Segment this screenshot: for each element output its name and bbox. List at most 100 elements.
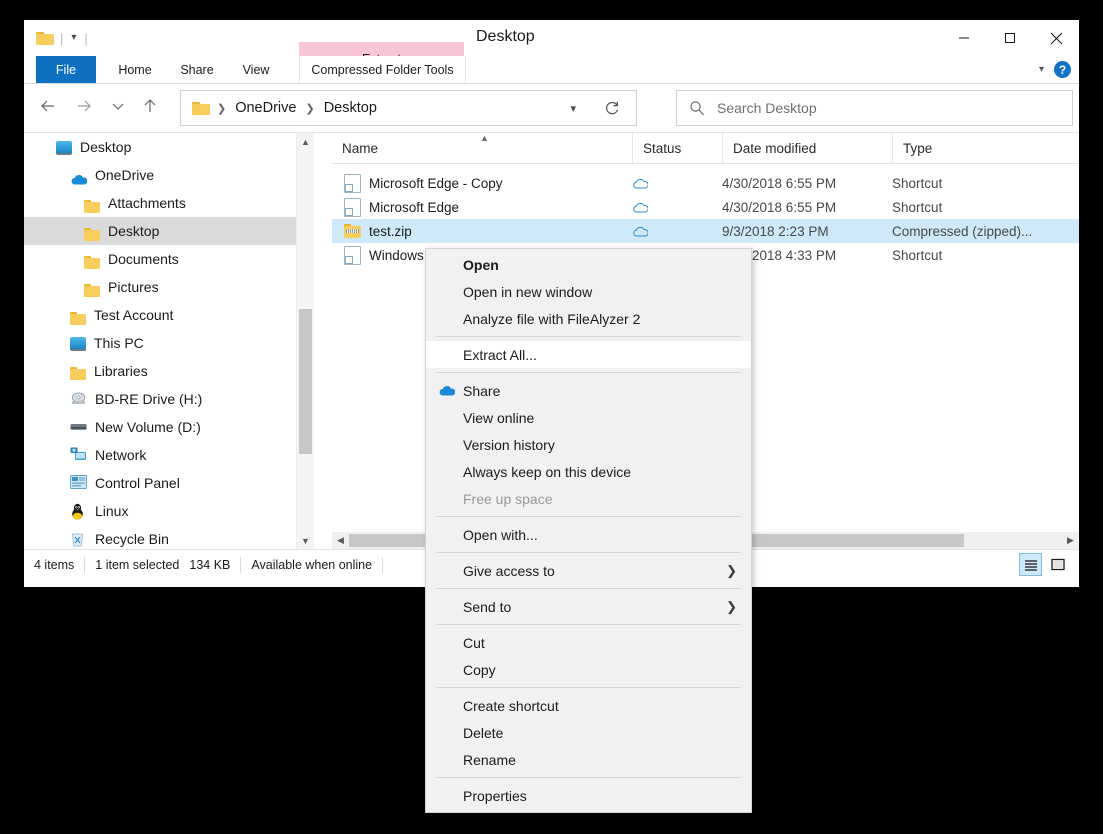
sidebar-item-network[interactable]: Network — [24, 441, 314, 469]
refresh-icon[interactable] — [603, 100, 620, 117]
file-type-cell: Shortcut — [892, 176, 942, 191]
tab-file-label: File — [56, 63, 76, 77]
status-selection: 1 item selected — [85, 558, 189, 572]
column-header-status[interactable]: Status — [632, 133, 722, 163]
menu-item-extract-all[interactable]: Extract All... — [426, 341, 751, 368]
sidebar-item-test-account[interactable]: Test Account — [24, 301, 314, 329]
menu-item-send-to[interactable]: Send to ❯ — [426, 593, 751, 620]
forward-button[interactable] — [68, 90, 100, 122]
chevron-down-icon[interactable]: ▾ — [570, 102, 576, 115]
menu-item-create-shortcut[interactable]: Create shortcut — [426, 692, 751, 719]
sidebar-item-documents[interactable]: Documents — [24, 245, 314, 273]
breadcrumb-desktop[interactable]: Desktop — [322, 100, 379, 116]
chevron-right-icon: ❯ — [726, 599, 737, 615]
menu-separator — [436, 687, 741, 688]
table-row[interactable]: test.zip 9/3/2018 2:23 PM Compressed (zi… — [332, 219, 1079, 243]
menu-item-properties[interactable]: Properties — [426, 782, 751, 809]
file-date-cell: 4/30/2018 6:55 PM — [722, 176, 836, 191]
tab-home[interactable]: Home — [108, 56, 162, 83]
table-row[interactable]: ↗ Microsoft Edge 4/30/2018 6:55 PM Short… — [332, 195, 1079, 219]
chevron-right-icon: ❯ — [726, 563, 737, 579]
column-header-name[interactable]: Name ▲ — [332, 133, 632, 163]
menu-item-rename[interactable]: Rename — [426, 746, 751, 773]
chevron-up-icon[interactable]: ▲ — [297, 133, 314, 150]
tab-compressed-folder-tools[interactable]: Compressed Folder Tools — [299, 56, 466, 83]
menu-item-view-online[interactable]: View online — [426, 404, 751, 431]
sidebar-item-label: New Volume (D:) — [95, 420, 201, 434]
tab-file[interactable]: File — [36, 56, 96, 83]
menu-item-open-with[interactable]: Open with... — [426, 521, 751, 548]
folder-icon — [36, 31, 54, 45]
sidebar-item-this-pc[interactable]: This PC — [24, 329, 314, 357]
close-button[interactable] — [1033, 20, 1079, 56]
menu-item-label: Free up space — [463, 491, 553, 507]
menu-item-delete[interactable]: Delete — [426, 719, 751, 746]
screen: | ▾ | Extract Desktop F — [0, 0, 1103, 834]
sidebar-item-recycle-bin[interactable]: Recycle Bin — [24, 525, 314, 549]
menu-item-give-access-to[interactable]: Give access to ❯ — [426, 557, 751, 584]
column-header-status-label: Status — [643, 141, 681, 156]
scrollbar-thumb[interactable] — [299, 309, 312, 454]
sidebar-item-new-volume[interactable]: New Volume (D:) — [24, 413, 314, 441]
maximize-button[interactable] — [987, 20, 1033, 56]
sidebar-item-desktop-onedrive[interactable]: Desktop — [24, 217, 314, 245]
details-view-icon[interactable] — [1019, 553, 1042, 576]
cloud-icon — [70, 172, 87, 183]
tab-share[interactable]: Share — [170, 56, 224, 83]
chevron-left-icon[interactable]: ◀ — [332, 532, 349, 549]
menu-item-analyze-file-with-filealyzer[interactable]: Analyze file with FileAlyzer 2 — [426, 305, 751, 332]
sidebar-item-desktop[interactable]: Desktop — [24, 133, 314, 161]
navigation-pane-scrollbar[interactable]: ▲ ▼ — [296, 133, 314, 549]
menu-separator — [436, 552, 741, 553]
sidebar-item-control-panel[interactable]: Control Panel — [24, 469, 314, 497]
sidebar-item-onedrive[interactable]: OneDrive — [24, 161, 314, 189]
menu-item-share[interactable]: Share — [426, 377, 751, 404]
menu-item-label: Delete — [463, 725, 503, 741]
folder-icon — [84, 254, 100, 267]
quick-access-toolbar[interactable]: | ▾ | — [36, 26, 88, 50]
menu-item-copy[interactable]: Copy — [426, 656, 751, 683]
column-header-type[interactable]: Type — [892, 133, 1079, 163]
chevron-down-icon[interactable]: ▾ — [69, 33, 78, 43]
column-header-date-modified[interactable]: Date modified — [722, 133, 892, 163]
help-icon[interactable]: ? — [1054, 61, 1071, 78]
file-type-cell: Shortcut — [892, 248, 942, 263]
back-button[interactable] — [32, 90, 64, 122]
chevron-down-icon[interactable]: ▼ — [297, 532, 314, 549]
address-bar-row: ❯ OneDrive ❯ Desktop ▾ Search Desktop — [24, 84, 1079, 132]
chevron-down-icon[interactable]: ▾ — [1039, 64, 1044, 75]
menu-item-cut[interactable]: Cut — [426, 629, 751, 656]
menu-item-label: Rename — [463, 752, 516, 768]
table-row[interactable]: ↗ Microsoft Edge - Copy 4/30/2018 6:55 P… — [332, 171, 1079, 195]
chevron-right-icon[interactable]: ▶ — [1062, 532, 1079, 549]
sidebar-item-bd-re-drive[interactable]: BD-RE Drive (H:) — [24, 385, 314, 413]
linux-penguin-icon — [70, 503, 87, 520]
large-icons-view-icon[interactable] — [1046, 553, 1069, 576]
column-header-type-label: Type — [903, 141, 932, 156]
address-bar[interactable]: ❯ OneDrive ❯ Desktop ▾ — [180, 90, 637, 126]
recycle-bin-icon — [70, 531, 87, 548]
menu-item-version-history[interactable]: Version history — [426, 431, 751, 458]
sidebar-item-libraries[interactable]: Libraries — [24, 357, 314, 385]
column-header-name-label: Name — [342, 141, 378, 156]
search-input[interactable]: Search Desktop — [717, 100, 817, 116]
tab-view[interactable]: View — [230, 56, 282, 83]
folder-icon — [84, 282, 100, 295]
sidebar-item-pictures[interactable]: Pictures — [24, 273, 314, 301]
file-name-cell: ↗ Microsoft Edge — [344, 198, 459, 217]
file-name-cell: test.zip — [344, 224, 412, 239]
minimize-button[interactable] — [941, 20, 987, 56]
breadcrumb-onedrive[interactable]: OneDrive — [233, 100, 298, 116]
menu-separator — [436, 336, 741, 337]
menu-item-always-keep-on-this-device[interactable]: Always keep on this device — [426, 458, 751, 485]
optical-drive-icon — [70, 391, 87, 408]
menu-item-open[interactable]: Open — [426, 251, 751, 278]
shortcut-icon: ↗ — [344, 174, 361, 193]
sidebar-item-attachments[interactable]: Attachments — [24, 189, 314, 217]
menu-separator — [436, 588, 741, 589]
sidebar-item-linux[interactable]: Linux — [24, 497, 314, 525]
menu-item-open-in-new-window[interactable]: Open in new window — [426, 278, 751, 305]
recent-locations-button[interactable] — [102, 90, 134, 122]
up-button[interactable] — [134, 90, 166, 122]
search-box[interactable]: Search Desktop — [676, 90, 1073, 126]
